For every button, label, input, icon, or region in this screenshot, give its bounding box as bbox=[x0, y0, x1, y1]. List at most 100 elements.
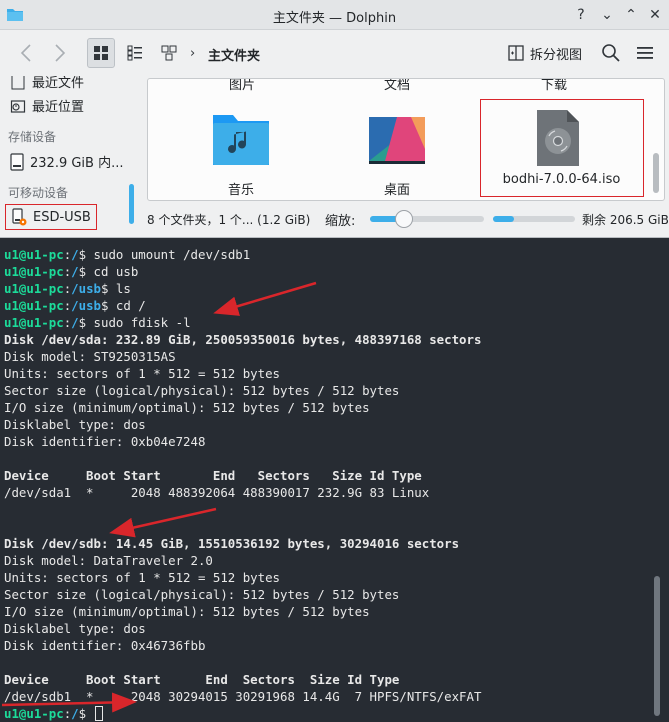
split-view-label: 拆分视图 bbox=[530, 47, 583, 63]
compact-view-button[interactable] bbox=[155, 38, 183, 68]
grid-view-icon bbox=[94, 46, 108, 60]
sdb-header: Disk /dev/sdb: 14.45 GiB, 15510536192 by… bbox=[4, 536, 460, 551]
sdb-table-header: Device Boot Start End Sectors Size Id Ty… bbox=[4, 672, 400, 687]
file-item-iso[interactable]: bodhi-7.0.0-64.iso bbox=[480, 99, 644, 197]
terminal-line: u1@u1-pc:/$ sudo fdisk -l bbox=[4, 315, 191, 330]
music-folder-icon bbox=[213, 115, 269, 165]
maximize-button[interactable]: ⌃ bbox=[621, 5, 641, 25]
status-bar: 8 个文件夹，1 个... (1.2 GiB) 缩放: 剩余 206.5 GiB bbox=[0, 205, 669, 233]
zoom-slider-handle[interactable] bbox=[395, 210, 414, 228]
terminal-line: u1@u1-pc:/$ sudo umount /dev/sdb1 bbox=[4, 247, 251, 262]
search-button[interactable] bbox=[601, 43, 621, 63]
split-view-icon bbox=[508, 45, 524, 61]
sidebar-item-label: 232.9 GiB 内... bbox=[30, 156, 124, 171]
arrow-right-icon bbox=[55, 44, 66, 62]
sidebar-item-label: 最近文件 bbox=[32, 76, 85, 91]
sda-detail: I/O size (minimum/optimal): 512 bytes / … bbox=[4, 400, 370, 415]
file-item-label: 桌面 bbox=[383, 183, 410, 198]
terminal-prompt-line: u1@u1-pc:/$ bbox=[4, 705, 103, 722]
search-icon bbox=[602, 44, 620, 62]
recent-files-icon bbox=[11, 76, 25, 89]
prompt-user: u1@u1-pc bbox=[4, 281, 64, 296]
title-bar[interactable]: 主文件夹 — Dolphin ? ⌄ ⌃ ✕ bbox=[0, 0, 669, 30]
prompt-user: u1@u1-pc bbox=[4, 315, 64, 330]
zoom-slider[interactable] bbox=[370, 210, 484, 228]
sdb-detail: Sector size (logical/physical): 512 byte… bbox=[4, 587, 400, 602]
terminal-line: u1@u1-pc:/usb$ cd / bbox=[4, 298, 146, 313]
command-text: sudo umount /dev/sdb1 bbox=[93, 247, 251, 262]
command-text: cd usb bbox=[93, 264, 139, 279]
arrow-left-icon bbox=[20, 44, 31, 62]
free-space-bar-fill bbox=[493, 216, 514, 222]
prompt-user: u1@u1-pc bbox=[4, 706, 64, 721]
folder-label-downloads[interactable]: 下载 bbox=[541, 79, 567, 93]
sdb-detail: Disklabel type: dos bbox=[4, 621, 146, 636]
disc-image-icon bbox=[537, 110, 579, 166]
file-item-label: bodhi-7.0.0-64.iso bbox=[502, 172, 621, 187]
sdb-detail: Disk identifier: 0x46736fbb bbox=[4, 638, 206, 653]
prompt-dir: / bbox=[71, 247, 79, 262]
breadcrumb[interactable]: 主文件夹 bbox=[208, 45, 260, 64]
hard-disk-icon bbox=[10, 152, 24, 171]
terminal-scrollbar[interactable] bbox=[654, 576, 660, 716]
details-view-button[interactable] bbox=[121, 38, 149, 68]
prompt-dir: / bbox=[71, 264, 79, 279]
sidebar-item-internal-disk[interactable]: 232.9 GiB 内... bbox=[10, 152, 123, 171]
sidebar-header-removable: 可移动设备 bbox=[8, 186, 69, 200]
list-view-icon bbox=[127, 45, 142, 61]
toolbar: › 主文件夹 拆分视图 bbox=[0, 31, 669, 75]
free-space-bar bbox=[493, 216, 575, 222]
folder-label-pictures[interactable]: 图片 bbox=[229, 79, 255, 93]
sda-table-header: Device Boot Start End Sectors Size Id Ty… bbox=[4, 468, 422, 483]
sidebar-item-label: 最近位置 bbox=[32, 100, 85, 115]
recent-locations-icon bbox=[10, 99, 26, 113]
forward-button[interactable] bbox=[46, 38, 74, 68]
sdb-partition-row: /dev/sdb1 * 2048 30294015 30291968 14.4G… bbox=[4, 689, 482, 704]
terminal[interactable]: u1@u1-pc:/$ sudo umount /dev/sdb1 u1@u1-… bbox=[0, 243, 669, 722]
prompt-dir: / bbox=[71, 315, 79, 330]
prompt-user: u1@u1-pc bbox=[4, 247, 64, 262]
sda-detail: Sector size (logical/physical): 512 byte… bbox=[4, 383, 400, 398]
minimize-button[interactable]: ⌄ bbox=[597, 5, 617, 25]
back-button[interactable] bbox=[12, 38, 40, 68]
dolphin-window: 主文件夹 — Dolphin ? ⌄ ⌃ ✕ › 主文件夹 拆分视图 最近文件 … bbox=[0, 0, 669, 238]
sdb-detail: Disk model: DataTraveler 2.0 bbox=[4, 553, 213, 568]
prompt-user: u1@u1-pc bbox=[4, 298, 64, 313]
sda-detail: Units: sectors of 1 * 512 = 512 bytes bbox=[4, 366, 281, 381]
terminal-line: u1@u1-pc:/usb$ ls bbox=[4, 281, 131, 296]
sda-detail: Disk identifier: 0xb04e7248 bbox=[4, 434, 206, 449]
sda-detail: Disklabel type: dos bbox=[4, 417, 146, 432]
close-button[interactable]: ✕ bbox=[645, 5, 665, 25]
sda-partition-row: /dev/sda1 * 2048 488392064 488390017 232… bbox=[4, 485, 430, 500]
help-button[interactable]: ? bbox=[571, 5, 591, 25]
file-item-label: 音乐 bbox=[227, 183, 254, 198]
sda-detail: Disk model: ST9250315AS bbox=[4, 349, 176, 364]
command-text: ls bbox=[115, 281, 131, 296]
hamburger-menu-icon bbox=[637, 47, 653, 59]
sidebar-item-recent-locations[interactable]: 最近位置 bbox=[10, 96, 84, 115]
terminal-cursor bbox=[94, 706, 103, 721]
prompt-user: u1@u1-pc bbox=[4, 264, 64, 279]
sdb-detail: I/O size (minimum/optimal): 512 bytes / … bbox=[4, 604, 370, 619]
folder-label-documents[interactable]: 文档 bbox=[384, 79, 410, 93]
file-view[interactable]: 图片 文档 下载 音乐 桌面 bodhi-7.0.0-64.iso bbox=[147, 78, 665, 201]
status-summary: 8 个文件夹，1 个... (1.2 GiB) bbox=[147, 213, 311, 227]
breadcrumb-chevron-icon: › bbox=[190, 46, 196, 61]
prompt-dir: /usb bbox=[71, 281, 101, 296]
sda-header: Disk /dev/sda: 232.89 GiB, 250059350016 … bbox=[4, 332, 482, 347]
zoom-label: 缩放: bbox=[325, 214, 356, 229]
command-text: cd / bbox=[115, 298, 146, 313]
window-title: 主文件夹 — Dolphin bbox=[272, 11, 397, 26]
sdb-detail: Units: sectors of 1 * 512 = 512 bytes bbox=[4, 570, 281, 585]
prompt-dir: /usb bbox=[71, 298, 101, 313]
terminal-line: u1@u1-pc:/$ cd usb bbox=[4, 264, 139, 279]
split-view-button[interactable]: 拆分视图 bbox=[508, 39, 582, 67]
icons-view-button[interactable] bbox=[87, 38, 115, 68]
sidebar-header-storage: 存储设备 bbox=[8, 130, 57, 144]
hamburger-menu-button[interactable] bbox=[635, 43, 655, 63]
sidebar-item-recent-files[interactable]: 最近文件 bbox=[10, 76, 84, 91]
prompt-dir: / bbox=[71, 706, 79, 721]
tree-view-icon bbox=[161, 45, 177, 61]
desktop-folder-icon bbox=[369, 117, 425, 164]
file-view-scrollbar[interactable] bbox=[653, 153, 659, 193]
